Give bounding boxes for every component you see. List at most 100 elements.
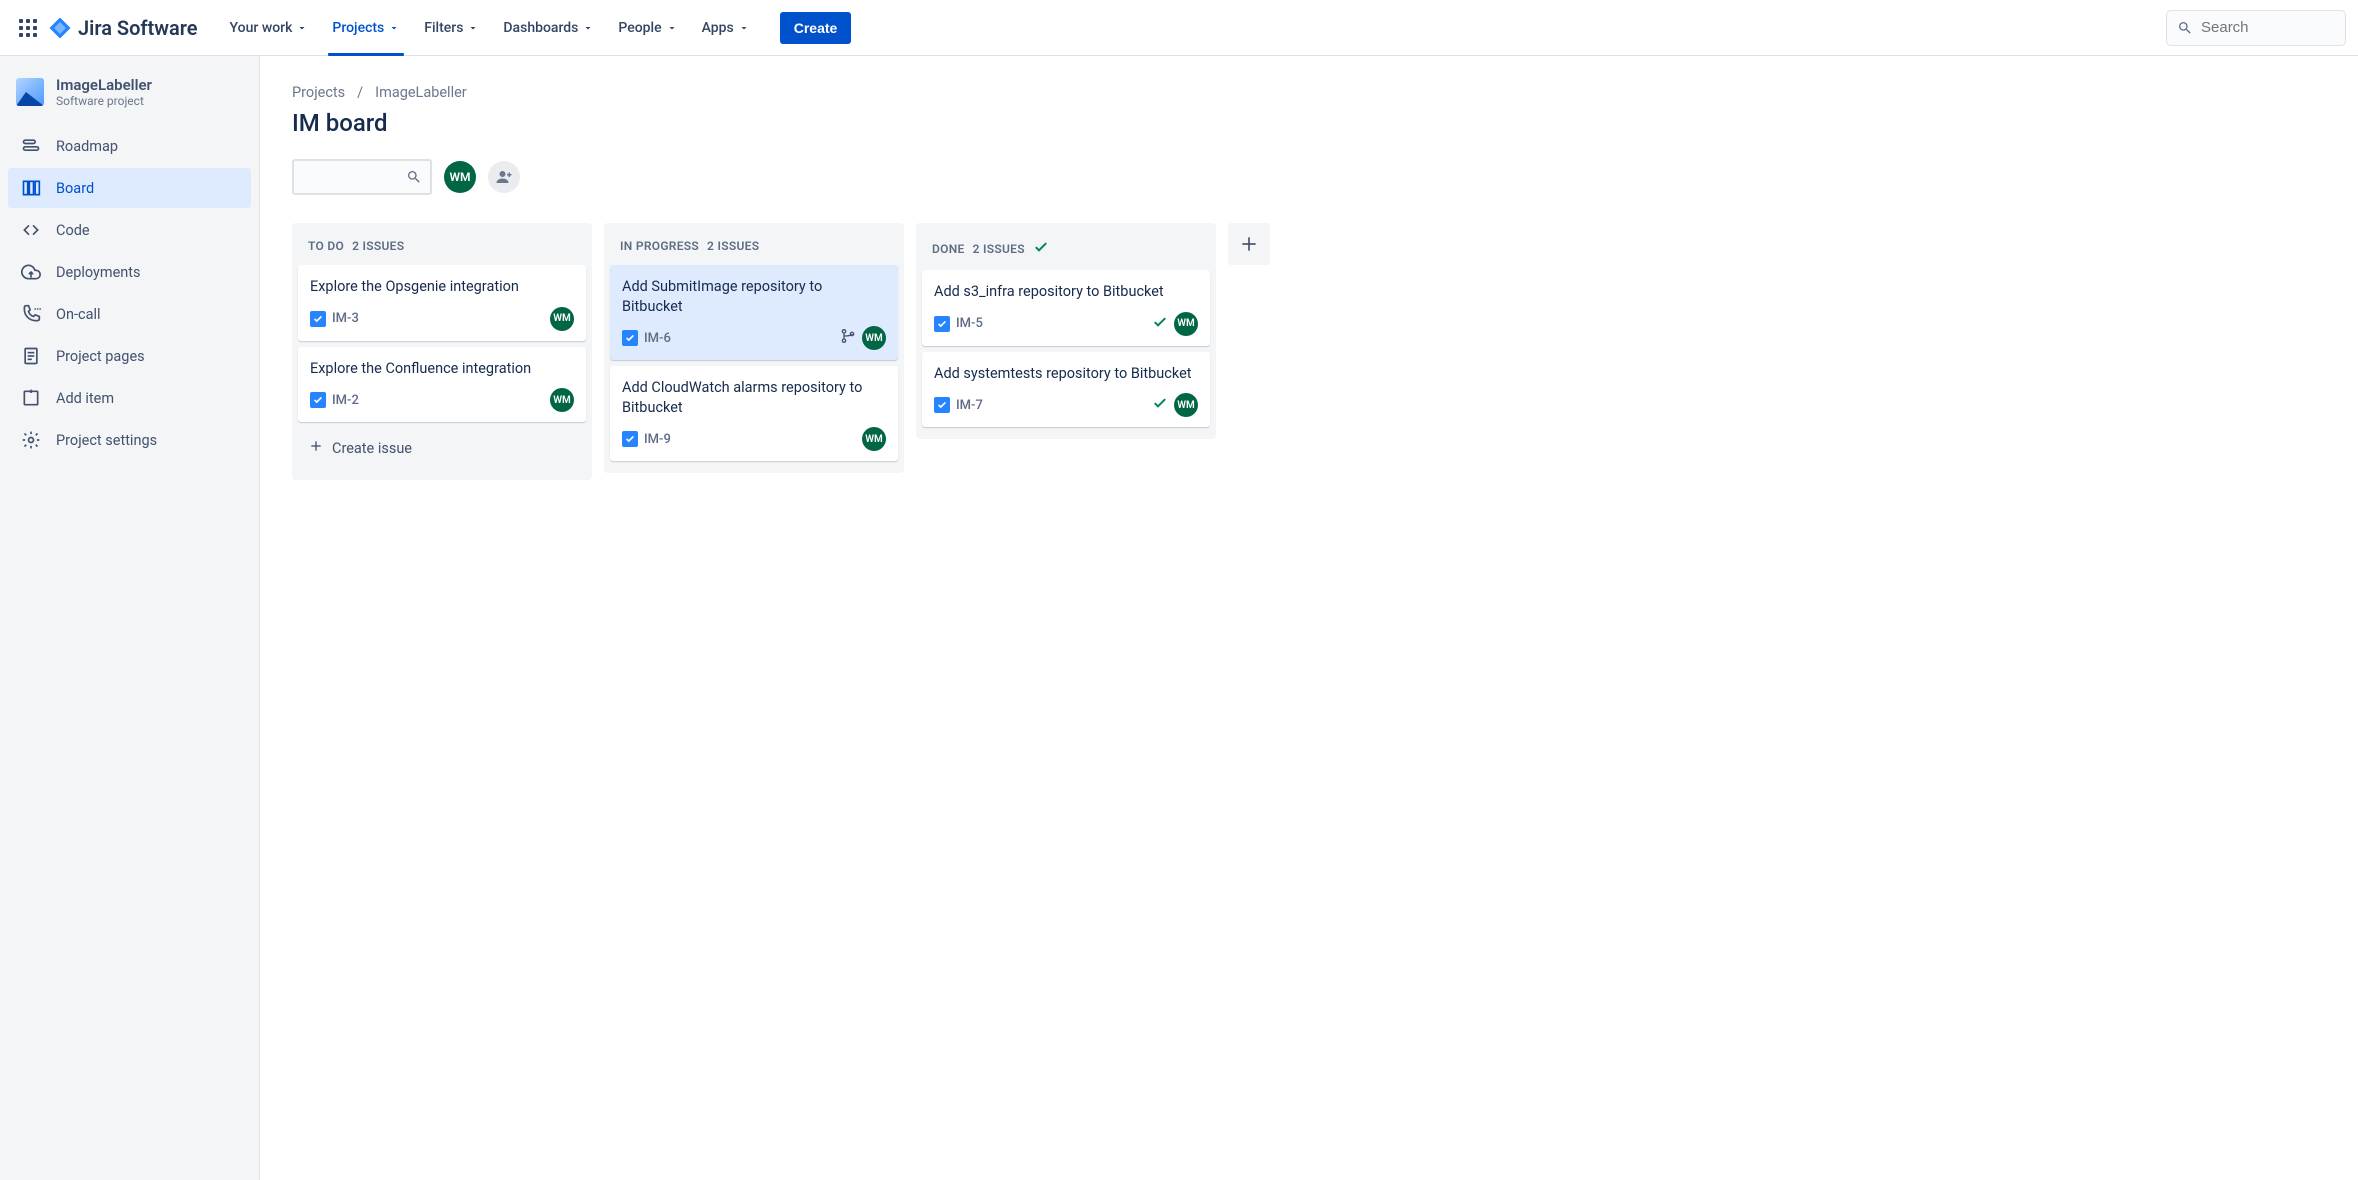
task-type-icon — [934, 316, 950, 332]
search-icon — [2177, 20, 2193, 36]
branch-icon — [840, 328, 856, 348]
sidebar-item-add-item[interactable]: Add item — [8, 378, 251, 418]
sidebar-item-label: Deployments — [56, 264, 141, 281]
sidebar-item-code[interactable]: Code — [8, 210, 251, 250]
plus-icon — [308, 438, 324, 458]
assignee-filter-avatar[interactable]: WM — [444, 161, 476, 193]
sidebar-item-on-call[interactable]: On-call — [8, 294, 251, 334]
add-person-icon — [495, 168, 513, 186]
issue-card[interactable]: Add SubmitImage repository to BitbucketI… — [610, 265, 898, 360]
sidebar-item-board[interactable]: Board — [8, 168, 251, 208]
issue-title: Explore the Confluence integration — [310, 359, 574, 379]
column-count: 2 ISSUES — [707, 239, 759, 253]
task-type-icon — [622, 330, 638, 346]
column-count: 2 ISSUES — [973, 242, 1025, 256]
breadcrumb-current[interactable]: ImageLabeller — [375, 84, 467, 101]
sidebar-item-project-pages[interactable]: Project pages — [8, 336, 251, 376]
sidebar-item-label: On-call — [56, 306, 101, 323]
sidebar-item-label: Code — [56, 222, 90, 239]
nav-label: Your work — [230, 20, 293, 36]
nav-label: Dashboards — [503, 20, 578, 36]
column-count: 2 ISSUES — [352, 239, 404, 253]
assignee-avatar[interactable]: WM — [1174, 312, 1198, 336]
nav-label: People — [618, 20, 661, 36]
column-header[interactable]: IN PROGRESS 2 ISSUES — [610, 233, 898, 259]
brand-link[interactable]: Jira Software — [48, 16, 198, 40]
task-type-icon — [310, 392, 326, 408]
task-type-icon — [310, 311, 326, 327]
sidebar: ImageLabeller Software project Roadmap B… — [0, 56, 260, 1180]
issue-title: Add systemtests repository to Bitbucket — [934, 364, 1198, 384]
add-item-icon — [20, 387, 42, 409]
issue-card[interactable]: Add s3_infra repository to Bitbucket IM-5… — [922, 270, 1210, 346]
brand-text: Jira Software — [78, 16, 198, 40]
nav-apps[interactable]: Apps — [690, 0, 762, 56]
plus-icon — [1239, 234, 1259, 254]
global-search-input[interactable] — [2201, 19, 2321, 36]
project-avatar-icon — [16, 78, 44, 106]
code-icon — [20, 219, 42, 241]
assignee-avatar[interactable]: WM — [550, 388, 574, 412]
issue-card[interactable]: Explore the Opsgenie integrationIM-3WM — [298, 265, 586, 341]
sidebar-item-roadmap[interactable]: Roadmap — [8, 126, 251, 166]
on-call-icon — [20, 303, 42, 325]
chevron-down-icon — [388, 22, 400, 34]
sidebar-item-label: Roadmap — [56, 138, 118, 155]
issue-title: Explore the Opsgenie integration — [310, 277, 574, 297]
assignee-avatar[interactable]: WM — [550, 307, 574, 331]
sidebar-item-label: Board — [56, 180, 94, 197]
nav-items: Your work Projects Filters Dashboards Pe… — [218, 0, 762, 56]
board-column: IN PROGRESS 2 ISSUES Add SubmitImage repos… — [604, 223, 904, 473]
board-column: TO DO 2 ISSUES Explore the Opsgenie integr… — [292, 223, 592, 480]
column-name: IN PROGRESS — [620, 239, 699, 253]
column-header[interactable]: TO DO 2 ISSUES — [298, 233, 586, 259]
app-switcher-button[interactable] — [12, 12, 44, 44]
issue-title: Add CloudWatch alarms repository to Bitb… — [622, 378, 886, 417]
column-name: DONE — [932, 242, 965, 256]
assignee-avatar[interactable]: WM — [1174, 393, 1198, 417]
chevron-down-icon — [467, 22, 479, 34]
chevron-down-icon — [296, 22, 308, 34]
column-header[interactable]: DONE 2 ISSUES — [922, 233, 1210, 264]
project-type: Software project — [56, 94, 152, 108]
issue-key: IM-9 — [644, 432, 671, 447]
sidebar-item-label: Project pages — [56, 348, 145, 365]
create-button[interactable]: Create — [780, 12, 852, 44]
roadmap-icon — [20, 135, 42, 157]
issue-footer: IM-5WM — [934, 312, 1198, 336]
project-header[interactable]: ImageLabeller Software project — [0, 76, 259, 126]
nav-dashboards[interactable]: Dashboards — [491, 0, 606, 56]
create-issue-button[interactable]: Create issue — [298, 428, 586, 468]
chevron-down-icon — [582, 22, 594, 34]
create-issue-label: Create issue — [332, 440, 412, 457]
issue-card[interactable]: Explore the Confluence integration IM-2WM — [298, 347, 586, 423]
issue-title: Add s3_infra repository to Bitbucket — [934, 282, 1198, 302]
issue-footer: IM-2WM — [310, 388, 574, 412]
breadcrumb-root[interactable]: Projects — [292, 84, 345, 101]
global-search[interactable] — [2166, 10, 2346, 46]
issue-footer: IM-9 WM — [622, 427, 886, 451]
add-column-button[interactable] — [1228, 223, 1270, 265]
assignee-avatar[interactable]: WM — [862, 326, 886, 350]
issue-card[interactable]: Add systemtests repository to Bitbucket I… — [922, 352, 1210, 428]
board: TO DO 2 ISSUES Explore the Opsgenie integr… — [292, 223, 2326, 480]
sidebar-item-project-settings[interactable]: Project settings — [8, 420, 251, 460]
chevron-down-icon — [738, 22, 750, 34]
issue-key: IM-7 — [956, 398, 983, 413]
board-search[interactable] — [292, 159, 432, 195]
project-name: ImageLabeller — [56, 76, 152, 94]
search-icon — [406, 169, 422, 185]
issue-card[interactable]: Add CloudWatch alarms repository to Bitb… — [610, 366, 898, 461]
add-people-button[interactable] — [488, 161, 520, 193]
nav-your-work[interactable]: Your work — [218, 0, 321, 56]
nav-people[interactable]: People — [606, 0, 689, 56]
sidebar-item-deployments[interactable]: Deployments — [8, 252, 251, 292]
nav-label: Apps — [702, 20, 734, 36]
issue-footer: IM-7 WM — [934, 393, 1198, 417]
sidebar-item-label: Add item — [56, 390, 114, 407]
assignee-avatar[interactable]: WM — [862, 427, 886, 451]
nav-projects[interactable]: Projects — [320, 0, 412, 56]
board-column: DONE 2 ISSUES Add s3_infra repository to B… — [916, 223, 1216, 439]
nav-filters[interactable]: Filters — [412, 0, 491, 56]
column-name: TO DO — [308, 239, 344, 253]
